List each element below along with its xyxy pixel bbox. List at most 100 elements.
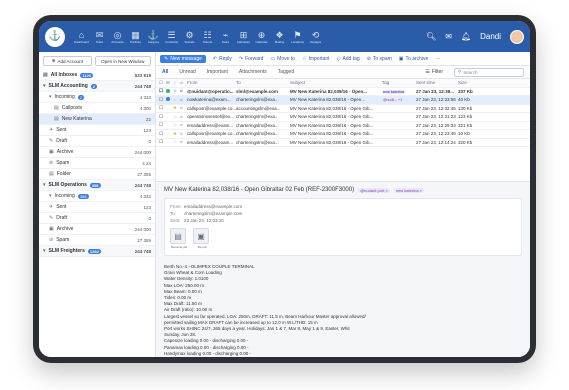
user-name[interactable]: Dandi	[480, 32, 501, 41]
nav-item[interactable]: ✉ Tasks	[91, 30, 108, 44]
sidebar-item-all-inboxes[interactable]: ▤ All Inboxes 1120 533 819	[39, 70, 155, 81]
row-checkbox[interactable]: ☐	[159, 88, 166, 94]
nav-item[interactable]: ⚑ Locations	[289, 30, 306, 44]
row-checkbox[interactable]: ☐	[159, 131, 166, 137]
app-logo[interactable]: ⚓	[45, 26, 65, 47]
star-icon[interactable]: ☆	[173, 114, 180, 120]
column-from[interactable]: From	[187, 80, 236, 85]
filter-button[interactable]: ☰ Filter	[425, 69, 443, 75]
mail-icon[interactable]: ✉	[445, 32, 452, 41]
preview-sent: 23 Jan 23, 12:03:10	[184, 218, 224, 223]
tab-all[interactable]: All	[162, 69, 168, 75]
nav-item[interactable]: ❖ Mailing	[271, 30, 288, 44]
nav-item[interactable]: ☷ Clients	[199, 30, 216, 44]
attachment-item[interactable]: ▤ filename.pdf	[170, 228, 188, 251]
new-message-button[interactable]: ✎ New message	[160, 54, 206, 63]
row-checkbox[interactable]: ☐	[159, 114, 166, 120]
column-sent[interactable]: Sent time	[416, 80, 458, 85]
attachment-item[interactable]: ▣ file.pdf	[193, 228, 211, 251]
sidebar-item[interactable]: ⊘ Spam 27 355	[39, 235, 155, 246]
tab-tagged[interactable]: Tagged	[278, 69, 294, 75]
nav-item[interactable]: ⚓ Cargoes	[145, 30, 162, 44]
sidebar-group[interactable]: ▾ SLM Accounting 2 244 748	[39, 81, 155, 92]
star-icon[interactable]: ★	[173, 131, 180, 137]
nav-item[interactable]: ⚙ Vessels	[181, 30, 198, 44]
nav-item[interactable]: ☰ Contracts	[163, 30, 180, 44]
nav-item[interactable]: ⌁ Tasks	[217, 30, 234, 44]
star-icon[interactable]: ☆	[173, 88, 180, 94]
column-to[interactable]: To	[236, 80, 290, 85]
sidebar-item[interactable]: ▣ Archive 244 000	[39, 224, 155, 235]
select-all-checkbox[interactable]: ☐	[159, 80, 166, 86]
row-checkbox[interactable]: ☐	[159, 122, 166, 128]
cell-from: emailaddress@exam...	[187, 122, 234, 128]
column-subject[interactable]: Subject	[290, 80, 382, 85]
add-tag-button[interactable]: ◇ Add tag	[337, 56, 360, 62]
nav-item[interactable]: ⟲ Voyages	[307, 30, 324, 44]
star-icon[interactable]: ☆	[173, 122, 180, 128]
table-row[interactable]: ☐ ☆ ⌀ @nuidant@operatio... slml@example.com M…	[156, 88, 530, 96]
archive-icon: ▣	[398, 55, 404, 62]
column-tag[interactable]: Tag	[382, 80, 416, 85]
sidebar-item[interactable]: ▤ Folder 27 355	[39, 169, 155, 180]
to-spam-button[interactable]: ⊘ To spam	[367, 56, 392, 62]
tag-chip[interactable]: @nudit... +1	[382, 98, 404, 103]
sidebar-item[interactable]: ▾ Incoming 358 4 332	[39, 191, 155, 202]
table-row[interactable]: ☐ ☆ ⌀ emailaddress@exam... charteringslm@exa…	[156, 139, 530, 147]
row-checkbox[interactable]: ☐	[159, 105, 166, 111]
nav-item[interactable]: ▦ Portfolio	[127, 30, 144, 44]
star-icon[interactable]: ★	[173, 105, 180, 111]
nav-item[interactable]: ⌂ Dashboard	[73, 30, 90, 44]
row-checkbox[interactable]: ☐	[159, 139, 166, 145]
nav-item-icon: ✉	[95, 29, 104, 40]
search-icon[interactable]: 🔍︎	[426, 32, 436, 41]
preview-to[interactable]: charteringslm@example.com	[184, 211, 242, 216]
important-button[interactable]: ☆ Important	[302, 56, 330, 62]
table-row[interactable]: ☐ ★ ⌀ callsposr@example.co... accountingslm@…	[156, 105, 530, 113]
table-row[interactable]: ☐ ★ ⌀ callsposr@example.co... charteringslm@…	[156, 130, 530, 139]
sidebar-item[interactable]: ✎ Draft 0	[39, 136, 155, 147]
sidebar-item[interactable]: ▤ New Katerina 22	[39, 114, 155, 125]
column-size[interactable]: Size	[458, 80, 477, 85]
add-account-button[interactable]: ⊕ Add Account	[43, 56, 92, 66]
move-to-label: Move to	[277, 55, 295, 62]
sidebar-item[interactable]: ✈ Sent 123	[39, 202, 155, 213]
search-input[interactable]: ⚲ Search	[454, 67, 524, 77]
move-to-button[interactable]: ▭ Move to	[270, 56, 295, 62]
tab-attachments[interactable]: Attachments	[239, 69, 267, 75]
table-row[interactable]: ☐ ☆ ⌀ operationsvessel@ex... charteringslm@e…	[156, 113, 530, 122]
tag-chip[interactable]: new katerina	[382, 89, 406, 94]
sidebar-item-count: 4 24	[142, 160, 151, 166]
tab-important[interactable]: Important	[207, 69, 228, 75]
nav-item[interactable]: ⊞ Calculator	[235, 30, 252, 44]
sidebar-item[interactable]: ✎ Draft 0	[39, 213, 155, 224]
table-row[interactable]: ☐ ☆ ⌀ nowkaterina@exam... charteringslm@exa.…	[156, 96, 530, 105]
reply-icon: ↶	[212, 55, 218, 62]
bell-icon[interactable]: 🔔︎	[461, 32, 471, 41]
preview-subject-line: MV New Katerina 82,038/16 - Open Gibralt…	[164, 187, 522, 193]
sidebar-group[interactable]: ▾ SLM Operations 358 244 748	[39, 180, 155, 191]
star-icon[interactable]: ☆	[173, 139, 180, 145]
more-button[interactable]: ···	[435, 56, 440, 62]
to-archive-button[interactable]: ▣ To archive	[399, 56, 429, 62]
sidebar-item[interactable]: ▤ Callpostv 4 300	[39, 103, 155, 114]
sidebar-group[interactable]: ▾ SLM Freighters 1282 244 748	[39, 246, 155, 257]
reply-button[interactable]: ↶ Reply	[213, 56, 232, 62]
table-row[interactable]: ☐ ☆ ⌀ emailaddress@exam... charteringslm@exa…	[156, 122, 530, 130]
sidebar-item[interactable]: ▣ Archive 244 000	[39, 147, 155, 158]
sidebar-item[interactable]: ⊘ Spam 4 24	[39, 158, 155, 169]
tag-chip[interactable]: new katerina ×	[393, 187, 424, 193]
star-icon[interactable]: ☆	[173, 97, 180, 103]
avatar[interactable]	[510, 29, 524, 44]
forward-button[interactable]: ↷ Forward	[239, 56, 264, 62]
preview-from[interactable]: emailaddress@example.com	[184, 204, 242, 209]
nav-item-icon: ◎	[113, 29, 122, 40]
sidebar-item[interactable]: ▾ Incoming 2 4 332	[39, 92, 155, 103]
sidebar-item[interactable]: ✈ Sent 123	[39, 125, 155, 136]
open-new-window-button[interactable]: Open in New Window	[94, 56, 151, 66]
row-checkbox[interactable]: ☐	[159, 97, 166, 103]
nav-item[interactable]: ◎ Accounts	[109, 30, 126, 44]
nav-item[interactable]: ⊕ Calendar	[253, 30, 270, 44]
tag-chip[interactable]: @nudant port ×	[358, 187, 390, 193]
tab-unread[interactable]: Unread	[179, 69, 195, 75]
